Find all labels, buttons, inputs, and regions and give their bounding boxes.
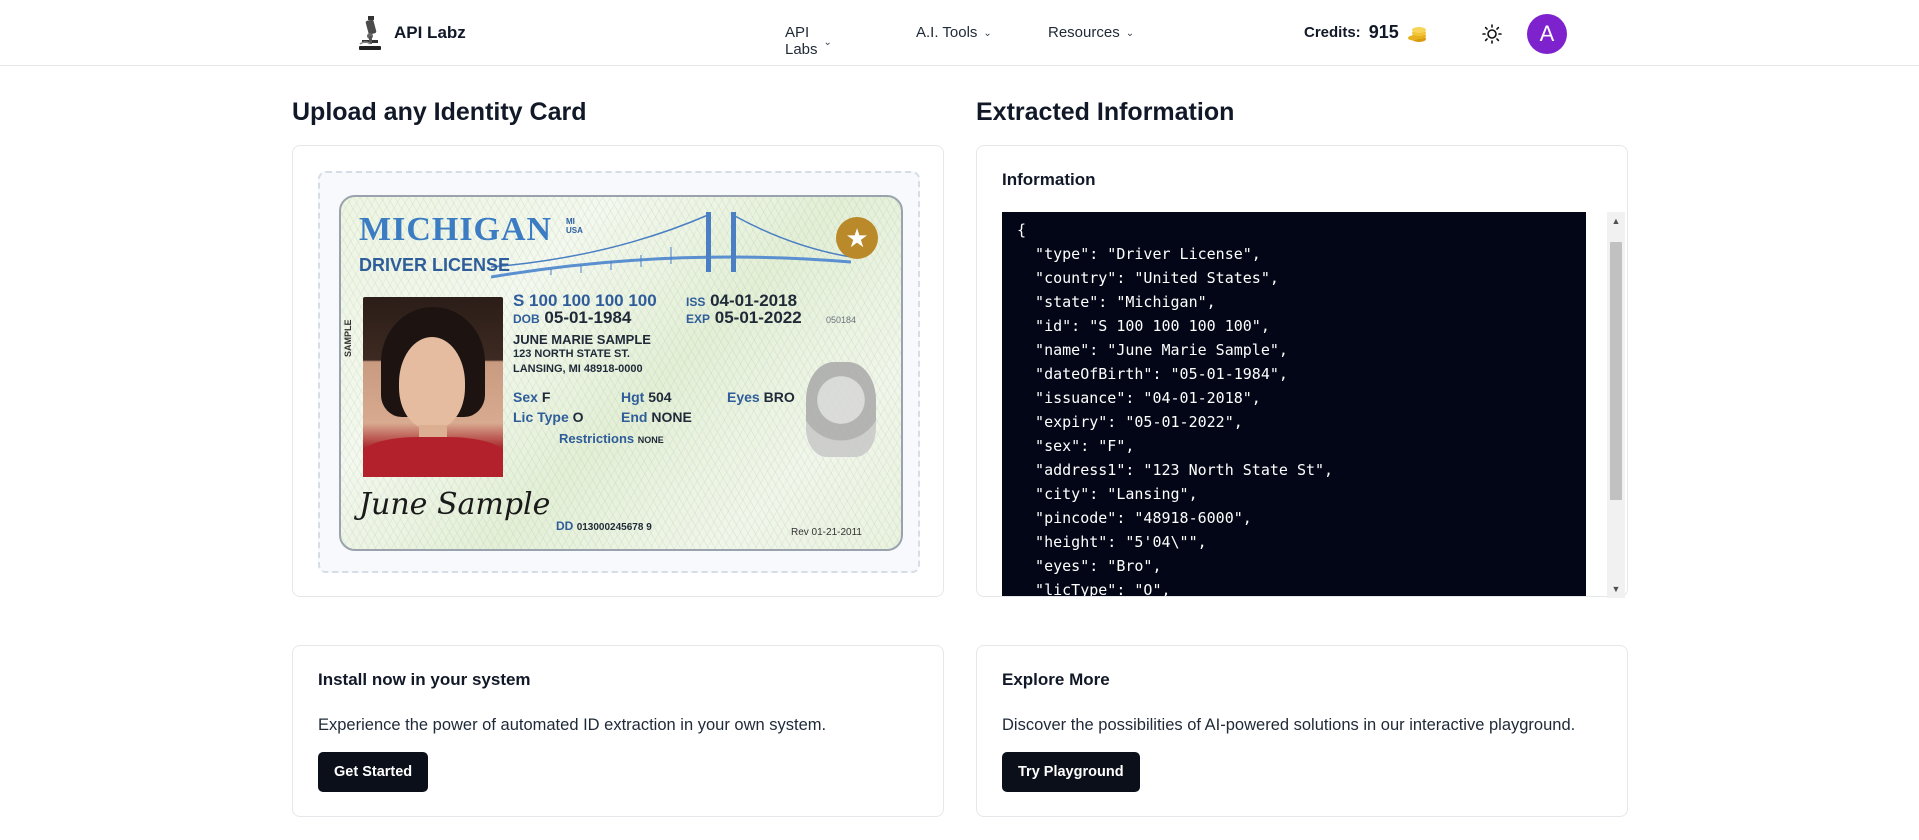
id-dd: 013000245678 9 <box>576 522 652 533</box>
ghost-photo <box>806 362 876 457</box>
id-lictype-label: Lic Type <box>513 409 569 425</box>
top-nav-bar: API Labz API Labs ⌄ A.I. Tools ⌄ Resourc… <box>0 0 1919 66</box>
id-eyes-row: Eyes BRO <box>727 389 795 405</box>
id-eyes-label: Eyes <box>727 389 760 405</box>
json-output-text: { "type": "Driver License", "country": "… <box>1017 221 1334 596</box>
try-playground-button[interactable]: Try Playground <box>1002 752 1140 792</box>
nav-item-label: API Labs <box>785 24 818 58</box>
nav-item-ai-tools[interactable]: A.I. Tools ⌄ <box>916 24 992 41</box>
id-hgt: 504 <box>648 389 672 405</box>
id-signature: June Sample <box>359 487 551 522</box>
chevron-down-icon: ⌄ <box>823 36 832 48</box>
install-title: Install now in your system <box>318 670 531 689</box>
chevron-down-icon: ⌄ <box>983 28 992 39</box>
id-upload-dropzone[interactable]: MICHIGAN MI USA DRIVER LICENSE ★ SAMPLE … <box>318 171 920 573</box>
install-description: Experience the power of automated ID ext… <box>318 716 827 734</box>
id-end-row: End NONE <box>621 409 692 425</box>
id-lictype-row: Lic Type O <box>513 409 584 425</box>
extracted-section-title: Extracted Information <box>976 98 1235 126</box>
id-sex-label: Sex <box>513 389 538 405</box>
sample-watermark: SAMPLE <box>343 319 353 357</box>
id-address-1: 123 NORTH STATE ST. <box>513 348 630 360</box>
scroll-up-icon[interactable]: ▲ <box>1607 212 1625 230</box>
id-exp-row: EXP 05-01-2022 <box>686 308 802 328</box>
id-lictype: O <box>572 409 584 425</box>
coins-icon <box>1407 26 1426 42</box>
extracted-info-card: Information { "type": "Driver License", … <box>976 145 1628 598</box>
avatar[interactable]: A <box>1527 14 1567 54</box>
brand-name: API Labz <box>394 23 466 42</box>
id-sex: F <box>541 389 551 405</box>
id-restrictions-row: Restrictions NONE <box>559 431 664 446</box>
id-state-name: MICHIGAN <box>359 211 553 248</box>
id-restrictions: NONE <box>637 435 664 445</box>
id-dob-label: DOB <box>513 312 540 326</box>
id-hgt-label: Hgt <box>621 389 645 405</box>
install-card: Install now in your system Experience th… <box>292 645 944 817</box>
brand[interactable]: API Labz <box>356 14 466 52</box>
sun-icon <box>1482 24 1502 44</box>
nav-item-label: Resources <box>1048 24 1120 41</box>
id-photo <box>363 297 503 477</box>
explore-title: Explore More <box>1002 670 1110 689</box>
id-doc-number: 050184 <box>826 315 857 325</box>
credits-value: 915 <box>1368 22 1399 42</box>
id-restrictions-label: Restrictions <box>559 431 635 446</box>
microscope-icon <box>359 16 381 50</box>
upload-card: MICHIGAN MI USA DRIVER LICENSE ★ SAMPLE … <box>292 145 944 597</box>
star-icon: ★ <box>836 217 878 259</box>
credits-display: Credits: 915 <box>1304 22 1427 43</box>
photo-face <box>399 337 465 429</box>
id-card-image: MICHIGAN MI USA DRIVER LICENSE ★ SAMPLE … <box>339 195 903 551</box>
scrollbar-thumb[interactable] <box>1610 242 1622 500</box>
explore-card: Explore More Discover the possibilities … <box>976 645 1628 817</box>
id-end-label: End <box>621 409 648 425</box>
id-iss-label: ISS <box>686 295 706 309</box>
chevron-down-icon: ⌄ <box>1125 28 1135 39</box>
id-exp-label: EXP <box>686 312 711 326</box>
id-address-2: LANSING, MI 48918-0000 <box>513 363 643 375</box>
id-state-sub: MI USA <box>566 217 583 235</box>
id-name: JUNE MARIE SAMPLE <box>513 332 651 347</box>
photo-shirt <box>363 437 503 477</box>
id-dob-row: DOB 05-01-1984 <box>513 308 631 328</box>
get-started-button[interactable]: Get Started <box>318 752 429 792</box>
json-scrollbar[interactable]: ▲ ▼ <box>1607 212 1625 598</box>
id-dob: 05-01-1984 <box>544 308 632 327</box>
id-eyes: BRO <box>763 389 795 405</box>
id-dd-label: DD <box>556 519 574 533</box>
id-sex-row: Sex F <box>513 389 550 405</box>
id-end: NONE <box>651 409 692 425</box>
scroll-down-icon[interactable]: ▼ <box>1607 580 1625 598</box>
id-country-code: USA <box>566 226 583 235</box>
id-exp: 05-01-2022 <box>714 308 802 327</box>
nav-item-api-labs[interactable]: API Labs ⌄ <box>785 24 832 58</box>
credits-label: Credits: <box>1304 24 1361 41</box>
id-state-code: MI <box>566 217 575 226</box>
id-card-type: DRIVER LICENSE <box>359 255 511 275</box>
explore-description: Discover the possibilities of AI-powered… <box>1002 716 1576 734</box>
info-heading: Information <box>1002 170 1096 189</box>
id-hgt-row: Hgt 504 <box>621 389 672 405</box>
upload-section-title: Upload any Identity Card <box>292 98 587 126</box>
nav-item-resources[interactable]: Resources ⌄ <box>1048 24 1134 41</box>
nav-item-label: A.I. Tools <box>916 24 978 41</box>
json-output-panel[interactable]: { "type": "Driver License", "country": "… <box>1002 212 1586 596</box>
theme-toggle-button[interactable] <box>1480 22 1504 46</box>
id-revision: Rev 01-21-2011 <box>791 527 862 538</box>
id-dd-row: DD 013000245678 9 <box>556 519 652 533</box>
